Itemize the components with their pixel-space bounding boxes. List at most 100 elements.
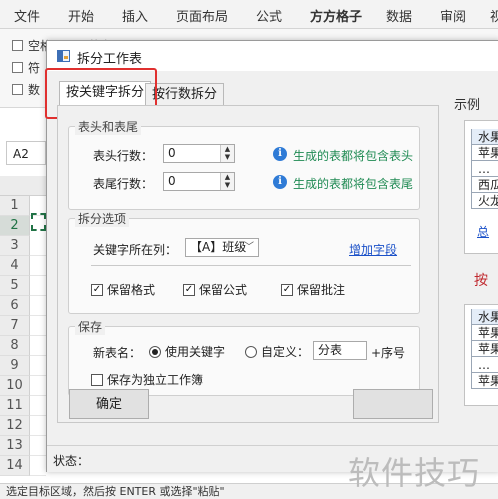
row-header[interactable]: 4 xyxy=(0,256,30,276)
keep-formula-checkbox[interactable]: ✓ 保留公式 xyxy=(183,281,247,298)
keyword-column-select[interactable]: 【A】班级 ﹀ xyxy=(185,238,259,257)
row-header[interactable]: 12 xyxy=(0,416,30,436)
footer-rows-value: 0 xyxy=(168,174,176,188)
split-options-group: 拆分选项 关键字所在列： 【A】班级 ﹀ 增加字段 ✓ 保留格式 ✓ 保留公式 … xyxy=(68,210,420,314)
tab-home[interactable]: 开始 xyxy=(68,6,94,25)
checkbox-icon xyxy=(12,40,23,51)
tab-fangfang[interactable]: 方方格子 xyxy=(310,6,363,31)
tab-insert[interactable]: 插入 xyxy=(122,6,148,25)
sheet-cell[interactable] xyxy=(30,256,46,276)
sheet-cell[interactable] xyxy=(30,356,46,376)
example-cell: 苹果 xyxy=(471,373,498,389)
name-box[interactable]: A2 xyxy=(6,141,46,165)
tab-data[interactable]: 数据 xyxy=(386,6,412,25)
keyword-column-label: 关键字所在列： xyxy=(93,243,178,257)
tab-file[interactable]: 文件 xyxy=(14,6,40,25)
chevron-down-icon: ﹀ xyxy=(244,242,254,253)
row-header[interactable]: 5 xyxy=(0,276,30,296)
column-header-row xyxy=(0,176,46,196)
checkbox-checked-icon: ✓ xyxy=(281,283,293,296)
example-cell: 西瓜 xyxy=(471,177,498,193)
suffix-label: +序号 xyxy=(371,346,406,360)
ribbon-check-label: 符 xyxy=(28,61,41,75)
sheet-cell[interactable] xyxy=(30,416,46,436)
row-header[interactable]: 8 xyxy=(0,336,30,356)
sheet-cell[interactable] xyxy=(30,376,46,396)
save-separate-workbook-checkbox[interactable]: 保存为独立工作簿 xyxy=(91,371,203,388)
add-field-link[interactable]: 增加字段 xyxy=(349,241,397,258)
row-header-selected[interactable]: 2 xyxy=(0,216,30,236)
dialog-title: 拆分工作表 xyxy=(77,52,143,67)
checkbox-checked-icon: ✓ xyxy=(183,283,195,296)
custom-name-input[interactable]: 分表 xyxy=(313,341,367,360)
checkbox-icon xyxy=(12,84,23,95)
header-rows-value: 0 xyxy=(168,146,176,160)
keep-format-checkbox[interactable]: ✓ 保留格式 xyxy=(91,281,155,298)
group-title: 拆分选项 xyxy=(75,210,130,227)
footer-rows-spinner[interactable]: 0 ▲ ▼ xyxy=(163,172,235,191)
checkbox-label: 保存为独立工作簿 xyxy=(107,373,204,387)
footer-rows-label: 表尾行数： xyxy=(93,177,154,191)
ok-button[interactable]: 确定 xyxy=(69,389,149,419)
ribbon-check-number[interactable]: 数 xyxy=(12,81,40,98)
sheet-cell[interactable] xyxy=(30,436,46,456)
row-header[interactable]: 11 xyxy=(0,396,30,416)
ribbon-check-label: 数 xyxy=(28,83,41,97)
cancel-button[interactable] xyxy=(353,389,433,419)
row-header[interactable]: 3 xyxy=(0,236,30,256)
split-sheet-icon xyxy=(57,50,70,62)
header-footer-group: 表头和表尾 表头行数： 0 ▲ ▼ i 生成的表都将包含表头 表尾行数： 0 ▲ ▼… xyxy=(68,118,420,210)
row-header[interactable]: 13 xyxy=(0,436,30,456)
sheet-cell[interactable] xyxy=(30,456,46,476)
use-keyword-radio[interactable]: 使用关键字 xyxy=(149,343,225,360)
example-cell: 水果 xyxy=(471,309,498,325)
row-header[interactable]: 7 xyxy=(0,316,30,336)
ribbon-tab-bar: 文件 开始 插入 页面布局 公式 方方格子 数据 审阅 视 xyxy=(0,0,498,31)
checkbox-checked-icon: ✓ xyxy=(91,283,103,296)
spinner-arrows-icon[interactable]: ▲ ▼ xyxy=(220,173,234,190)
checkbox-label: 保留公式 xyxy=(199,283,248,297)
save-group: 保存 新表名： 使用关键字 自定义： 分表 +序号 保存为独立工作簿 xyxy=(68,318,420,396)
example-sheet-tab: 总 xyxy=(477,225,490,239)
divider xyxy=(91,265,411,266)
header-rows-spinner[interactable]: 0 ▲ ▼ xyxy=(163,144,235,163)
example-cell: 苹果 xyxy=(471,325,498,341)
sheet-cell[interactable] xyxy=(30,236,46,256)
example-after-preview: 水果 苹果 苹果 … 苹果 xyxy=(464,304,498,406)
tab-page-layout[interactable]: 页面布局 xyxy=(176,6,228,25)
split-sheet-dialog: 拆分工作表 按关键字拆分 按行数拆分 表头和表尾 表头行数： 0 ▲ ▼ i 生成… xyxy=(45,40,498,472)
checkbox-label: 保留批注 xyxy=(297,283,346,297)
group-title: 表头和表尾 xyxy=(75,118,142,135)
example-label: 示例 xyxy=(454,98,481,113)
row-header[interactable]: 9 xyxy=(0,356,30,376)
tab-review[interactable]: 审阅 xyxy=(440,6,466,25)
group-title: 保存 xyxy=(75,318,106,335)
custom-name-radio[interactable]: 自定义： xyxy=(245,343,309,360)
row-header[interactable]: 6 xyxy=(0,296,30,316)
header-hint: 生成的表都将包含表头 xyxy=(293,149,414,163)
keep-comment-checkbox[interactable]: ✓ 保留批注 xyxy=(281,281,345,298)
sheet-cell[interactable] xyxy=(30,396,46,416)
row-header[interactable]: 1 xyxy=(0,196,30,216)
active-cell[interactable] xyxy=(31,213,46,231)
sheet-cell[interactable] xyxy=(30,296,46,316)
checkbox-label: 保留格式 xyxy=(107,283,156,297)
checkbox-icon xyxy=(91,373,103,386)
sheet-cell[interactable] xyxy=(30,316,46,336)
ribbon-check-symbol[interactable]: 符 xyxy=(12,59,40,76)
tab-formulas[interactable]: 公式 xyxy=(256,6,282,25)
example-arrow-label: 按 xyxy=(474,273,488,289)
row-header[interactable]: 10 xyxy=(0,376,30,396)
keyword-column-value: 【A】班级 xyxy=(190,240,247,254)
spinner-arrows-icon[interactable]: ▲ ▼ xyxy=(220,145,234,162)
sheet-cell[interactable] xyxy=(30,336,46,356)
new-name-label: 新表名： xyxy=(93,346,142,360)
sheet-cell[interactable] xyxy=(30,276,46,296)
radio-label: 使用关键字 xyxy=(165,345,226,359)
tab-view[interactable]: 视 xyxy=(490,6,498,25)
dialog-title-bar[interactable]: 拆分工作表 xyxy=(47,41,498,71)
status-label: 状态： xyxy=(53,454,90,468)
row-header[interactable]: 14 xyxy=(0,456,30,476)
example-cell: … xyxy=(471,161,498,177)
radio-icon xyxy=(245,345,257,358)
